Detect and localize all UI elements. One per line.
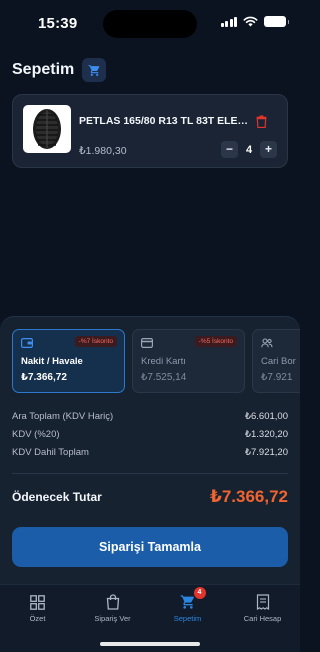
subtotal-label: Ara Toplam (KDV Hariç) xyxy=(12,410,114,422)
total-with-vat-row: KDV Dahil Toplam ₺7.921,20 xyxy=(12,443,288,461)
subtotal-row: Ara Toplam (KDV Hariç) ₺6.601,00 xyxy=(12,407,288,425)
header-cart-icon xyxy=(82,58,107,82)
home-indicator xyxy=(100,642,200,646)
payment-option-amount: ₺7.525,14 xyxy=(141,372,187,383)
payment-option-cash[interactable]: -%7 İskonto Nakit / Havale ₺7.366,72 xyxy=(12,329,125,393)
status-icons xyxy=(220,16,289,27)
payment-option-account[interactable]: Cari Bor ₺7.921 xyxy=(252,329,300,393)
product-price: ₺1.980,30 xyxy=(79,145,127,157)
page-title: Sepetim xyxy=(12,61,75,78)
wifi-icon xyxy=(243,16,258,27)
cart-item: PETLAS 165/80 R13 TL 83T ELEGANT ₺1.980,… xyxy=(12,94,288,168)
subtotal-value: ₺6.601,00 xyxy=(244,410,288,422)
status-bar: 15:39 xyxy=(0,0,300,44)
cart-count-badge: 4 xyxy=(193,587,206,599)
tire-image xyxy=(23,105,71,153)
cart-icon xyxy=(180,595,194,609)
payment-option-credit-card[interactable]: -%5 İskonto Kredi Kartı ₺7.525,14 xyxy=(132,329,245,393)
total-with-vat-label: KDV Dahil Toplam xyxy=(12,446,89,458)
quantity-value: 4 xyxy=(245,143,253,156)
decrease-quantity-button[interactable]: − xyxy=(221,141,238,158)
payment-option-label: Kredi Kartı xyxy=(141,356,186,367)
nav-item-cart[interactable]: 4 Sepetim xyxy=(150,587,225,623)
quantity-stepper: − 4 + xyxy=(221,141,277,158)
complete-order-button[interactable]: Siparişi Tamamla xyxy=(12,527,288,567)
payment-options: -%7 İskonto Nakit / Havale ₺7.366,72 -%5… xyxy=(12,329,300,395)
users-icon xyxy=(261,338,273,348)
order-summary-panel: -%7 İskonto Nakit / Havale ₺7.366,72 -%5… xyxy=(0,316,300,584)
vat-label: KDV (%20) xyxy=(12,428,60,440)
receipt-icon xyxy=(256,594,269,610)
wallet-icon xyxy=(21,338,33,348)
nav-label: Sipariş Ver xyxy=(94,614,131,623)
payable-label: Ödenecek Tutar xyxy=(12,490,102,504)
payment-option-amount: ₺7.921 xyxy=(261,372,293,383)
nav-item-summary[interactable]: Özet xyxy=(0,593,75,623)
nav-label: Özet xyxy=(29,614,46,623)
discount-badge: -%5 İskonto xyxy=(194,336,237,347)
increase-quantity-button[interactable]: + xyxy=(260,141,277,158)
status-time: 15:39 xyxy=(38,15,78,32)
payment-option-amount: ₺7.366,72 xyxy=(21,372,67,383)
discount-badge: -%7 İskonto xyxy=(74,336,117,347)
credit-card-icon xyxy=(141,338,153,348)
signal-icon xyxy=(220,16,237,27)
payable-total: Ödenecek Tutar ₺7.366,72 xyxy=(12,487,288,507)
vat-value: ₺1.320,20 xyxy=(244,428,288,440)
dynamic-island xyxy=(103,10,197,38)
nav-item-order[interactable]: Sipariş Ver xyxy=(75,593,150,623)
totals: Ara Toplam (KDV Hariç) ₺6.601,00 KDV (%2… xyxy=(12,407,288,461)
payment-option-label: Nakit / Havale xyxy=(21,356,83,367)
page-header: Sepetim xyxy=(12,58,107,82)
total-with-vat-value: ₺7.921,20 xyxy=(244,446,288,458)
nav-label: Cari Hesap xyxy=(243,614,282,623)
vat-row: KDV (%20) ₺1.320,20 xyxy=(12,425,288,443)
nav-item-account[interactable]: Cari Hesap xyxy=(225,593,300,623)
nav-label: Sepetim xyxy=(173,614,202,623)
grid-icon xyxy=(30,594,45,610)
delete-item-button[interactable] xyxy=(253,113,269,129)
battery-icon xyxy=(264,16,289,27)
divider xyxy=(12,473,288,474)
payable-value: ₺7.366,72 xyxy=(209,487,288,506)
product-name[interactable]: PETLAS 165/80 R13 TL 83T ELEGANT xyxy=(79,115,251,127)
trash-icon xyxy=(256,115,266,128)
shopping-bag-icon xyxy=(106,594,119,610)
payment-option-label: Cari Bor xyxy=(261,356,296,367)
